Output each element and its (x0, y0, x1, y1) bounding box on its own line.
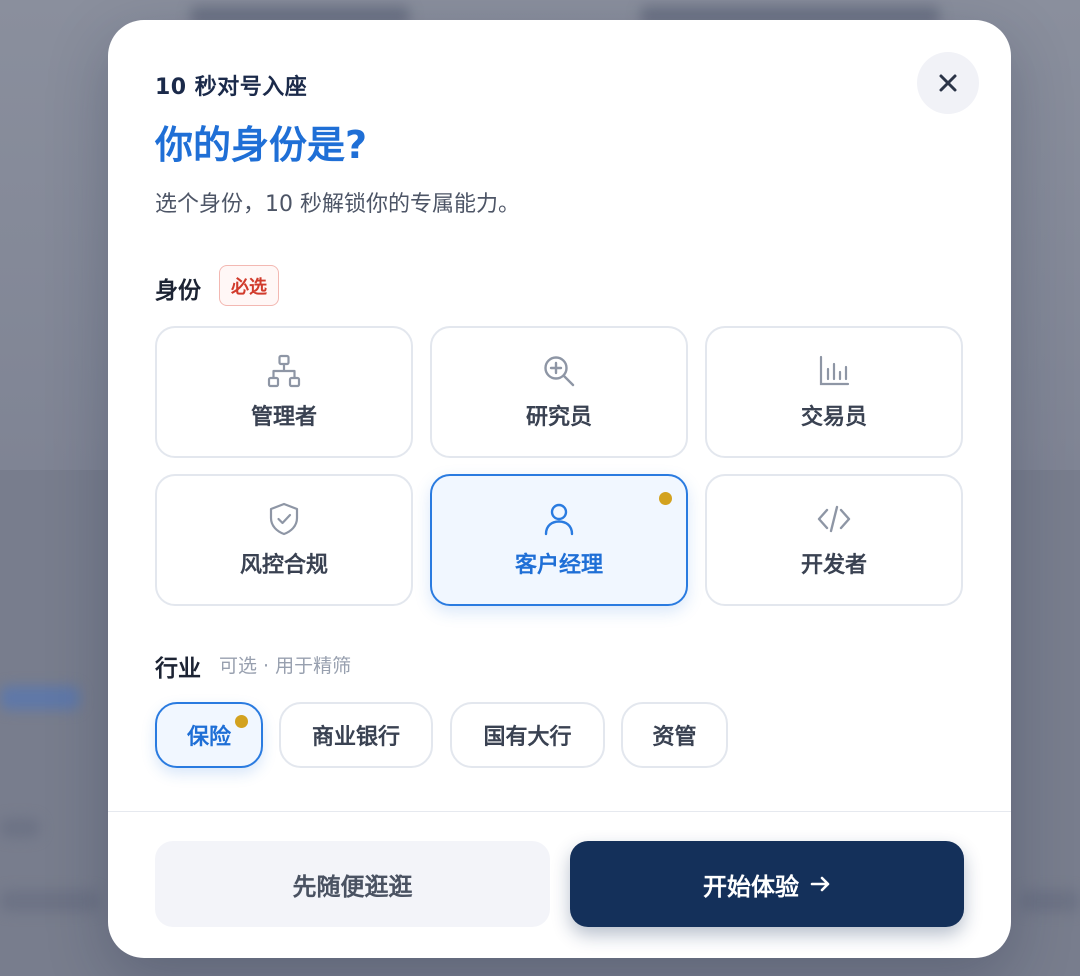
role-label: 研究员 (525, 405, 592, 430)
industry-optional-note: 可选 · 用于精筛 (219, 655, 352, 677)
selected-dot (659, 492, 672, 505)
industry-chip-commercial-bank[interactable]: 商业银行 (279, 702, 433, 768)
code-icon (817, 505, 851, 533)
chip-label: 国有大行 (483, 725, 572, 750)
dialog-subtitle: 选个身份，10 秒解锁你的专属能力。 (155, 192, 520, 217)
role-card-developer[interactable]: 开发者 (705, 474, 963, 606)
role-label: 交易员 (800, 405, 867, 430)
role-label: 客户经理 (514, 553, 603, 578)
selected-dot (235, 715, 248, 728)
footer-divider (108, 811, 1011, 812)
industry-chip-state-bank[interactable]: 国有大行 (450, 702, 605, 768)
user-icon (544, 503, 574, 536)
role-card-researcher[interactable]: 研究员 (430, 326, 688, 458)
dialog-title: 你的身份是? (155, 123, 368, 167)
arrow-right-icon (810, 876, 830, 892)
start-experience-button[interactable]: 开始体验 (570, 841, 964, 927)
chip-label: 资管 (652, 725, 697, 750)
role-card-manager[interactable]: 管理者 (155, 326, 413, 458)
browse-casually-button[interactable]: 先随便逛逛 (155, 841, 550, 927)
org-chart-icon (267, 354, 301, 388)
close-button[interactable] (917, 52, 979, 114)
zoom-in-icon (544, 356, 575, 387)
industry-section-label: 行业 (155, 656, 201, 682)
start-button-label: 开始体验 (703, 872, 799, 901)
bar-chart-icon (819, 355, 850, 386)
chip-label: 商业银行 (311, 725, 400, 750)
role-card-trader[interactable]: 交易员 (705, 326, 963, 458)
close-icon (939, 74, 957, 92)
shield-check-icon (269, 502, 299, 536)
industry-chip-insurance[interactable]: 保险 (155, 702, 263, 768)
role-label: 开发者 (800, 553, 867, 578)
role-label: 管理者 (250, 405, 317, 430)
role-card-risk-compliance[interactable]: 风控合规 (155, 474, 413, 606)
identity-section-label: 身份 (155, 278, 201, 304)
role-label: 风控合规 (239, 553, 328, 578)
chip-label: 保险 (186, 725, 231, 750)
dialog-eyebrow: 10 秒对号入座 (155, 75, 308, 100)
industry-chip-asset-management[interactable]: 资管 (621, 702, 728, 768)
required-badge: 必选 (219, 265, 279, 306)
role-card-account-manager[interactable]: 客户经理 (430, 474, 688, 606)
role-selection-dialog: 10 秒对号入座 你的身份是? 选个身份，10 秒解锁你的专属能力。 身份 必选… (108, 20, 1011, 958)
